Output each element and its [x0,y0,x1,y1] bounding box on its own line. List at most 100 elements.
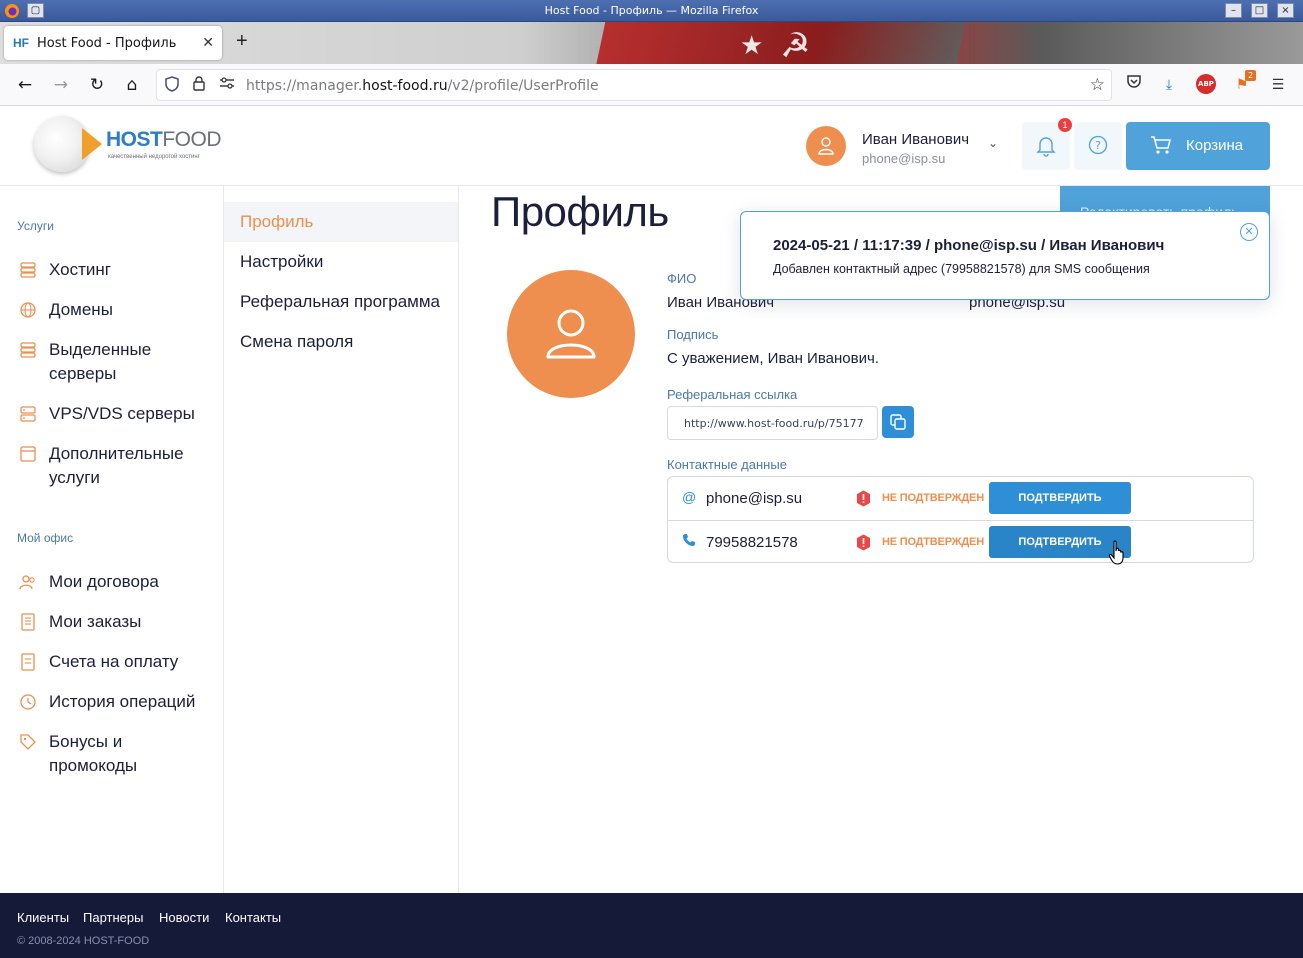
contact-status: НЕ ПОДТВЕРЖДЕН [882,492,984,504]
help-button[interactable]: ? [1074,122,1122,170]
footer-link-clients[interactable]: Клиенты [17,910,69,925]
site-footer: Клиенты Партнеры Новости Контакты © 2008… [0,893,1303,958]
subnav-item-settings[interactable]: Настройки [224,242,458,282]
permissions-icon[interactable] [219,76,235,94]
subnav-item-change-password[interactable]: Смена пароля [224,322,458,362]
maximize-button[interactable]: □ [1251,3,1268,18]
sidebar-item-additional[interactable]: Дополнительные услуги [19,442,219,490]
sidebar-item-bonuses[interactable]: Бонусы и промокоды [19,730,219,778]
help-icon: ? [1088,135,1108,155]
sidebar-item-history[interactable]: История операций [19,690,219,714]
warning-icon [857,534,870,551]
forward-button[interactable]: → [49,73,73,97]
vps-icon [20,406,36,422]
extension-icon[interactable]: ⚑ 2 [1231,70,1256,96]
contacts-table: @ phone@isp.su НЕ ПОДТВЕРЖДЕН ПОДТВЕРДИТ… [667,476,1254,563]
sidebar-item-vps[interactable]: VPS/VDS серверы [19,402,219,426]
logo-arrow-icon [82,128,102,160]
contact-row: 79958821578 НЕ ПОДТВЕРЖДЕН ПОДТВЕРДИТЬ [668,520,1253,563]
users-icon [19,575,35,590]
home-button[interactable]: ⌂ [120,73,144,97]
tab-close-icon[interactable]: ✕ [202,34,214,51]
footer-link-news[interactable]: Новости [159,910,209,925]
signature-label: Подпись [667,327,719,342]
subnav-item-referral[interactable]: Реферальная программа [224,282,458,322]
history-icon [20,694,36,710]
url-text[interactable]: https://manager.host-food.ru/v2/profile/… [246,78,599,94]
navigation-toolbar: ← → ↻ ⌂ https://manager.host-food.ru/v2/… [0,64,1303,106]
theme-star-icon: ★ [740,30,764,60]
document-icon [21,613,35,631]
user-icon [818,137,834,155]
contact-value: 79958821578 [706,534,798,551]
hand-cursor-icon [1108,540,1124,565]
profile-avatar[interactable] [507,270,635,398]
main-sidebar: Услуги Хостинг Домены Выделенные серверы… [0,186,224,893]
window-icon [20,446,36,462]
theme-emblem-icon: ☭ [780,27,811,64]
services-heading: Услуги [17,219,54,233]
toast-close-icon[interactable]: ✕ [1240,223,1258,241]
pocket-icon[interactable] [1123,74,1145,96]
new-tab-button[interactable]: + [236,31,248,51]
sidebar-item-invoices[interactable]: Счета на оплату [19,650,219,674]
warning-icon [857,490,870,507]
profile-subnav: Профиль Настройки Реферальная программа … [224,186,459,893]
back-button[interactable]: ← [13,73,37,97]
phone-icon [682,533,696,550]
referral-label: Реферальная ссылка [667,387,798,402]
contact-value: phone@isp.su [706,490,803,507]
footer-link-partners[interactable]: Партнеры [83,910,143,925]
address-bar[interactable]: https://manager.host-food.ru/v2/profile/… [156,69,1112,101]
user-email: phone@isp.su [862,151,946,166]
window-titlebar: ▢ Host Food - Профиль — Mozilla Firefox … [0,0,1303,22]
minimize-button[interactable]: – [1225,3,1242,18]
invoice-icon [21,653,35,671]
sidebar-item-contracts[interactable]: Мои договора [19,570,219,594]
server-stack-icon [20,262,36,278]
globe-icon [20,302,36,318]
chevron-down-icon[interactable]: ⌄ [988,136,998,150]
cart-icon [1151,136,1171,154]
hostfood-logo[interactable]: HOSTFOOD качественный недорогой хостинг [34,116,234,176]
sidebar-item-hosting[interactable]: Хостинг [19,258,219,282]
sidebar-item-dedicated[interactable]: Выделенные серверы [19,338,219,386]
contact-row: @ phone@isp.su НЕ ПОДТВЕРЖДЕН ПОДТВЕРДИТ… [668,477,1253,520]
confirm-email-button[interactable]: ПОДТВЕРДИТЬ [989,482,1131,514]
referral-link-field[interactable]: http://www.host-food.ru/p/75177/ [667,406,878,440]
tag-icon [20,734,36,750]
user-avatar[interactable] [806,126,846,166]
svg-text:?: ? [1095,139,1101,152]
browser-tab-active[interactable]: HF Host Food - Профиль ✕ [4,26,222,60]
footer-link-contacts[interactable]: Контакты [225,910,281,925]
server-stack-icon [20,342,36,358]
lock-icon[interactable] [193,76,205,95]
sidebar-item-orders[interactable]: Мои заказы [19,610,219,634]
copy-referral-button[interactable] [882,406,914,438]
notification-toast: 2024-05-21 / 11:17:39 / phone@isp.su / И… [740,211,1270,300]
user-name[interactable]: Иван Иванович [862,131,969,148]
toast-title: 2024-05-21 / 11:17:39 / phone@isp.su / И… [773,237,1165,254]
close-window-button[interactable]: × [1277,3,1294,18]
bell-icon [1036,137,1056,157]
site-header: HOSTFOOD качественный недорогой хостинг … [0,106,1303,186]
toast-message: Добавлен контактный адрес (79958821578) … [773,262,1150,276]
cart-label: Корзина [1186,137,1244,154]
signature-value: С уважением, Иван Иванович. [667,350,879,367]
sidebar-item-domains[interactable]: Домены [19,298,219,322]
tab-label: Host Food - Профиль [37,36,177,51]
app-menu-icon[interactable]: ☰ [1267,74,1289,96]
notifications-badge: 1 [1058,118,1072,132]
bookmark-star-icon[interactable]: ☆ [1090,75,1105,95]
adblock-plus-icon[interactable]: ABP [1196,74,1216,94]
subnav-item-profile[interactable]: Профиль [224,202,458,242]
reload-button[interactable]: ↻ [85,73,109,97]
copy-icon [890,414,906,430]
tracking-shield-icon[interactable] [165,76,179,96]
cart-button[interactable]: Корзина [1126,122,1270,170]
downloads-icon[interactable]: ⤓ [1158,74,1180,96]
user-icon [546,309,596,359]
contacts-label: Контактные данные [667,457,787,472]
office-heading: Мой офис [17,531,74,545]
at-icon: @ [682,489,697,505]
